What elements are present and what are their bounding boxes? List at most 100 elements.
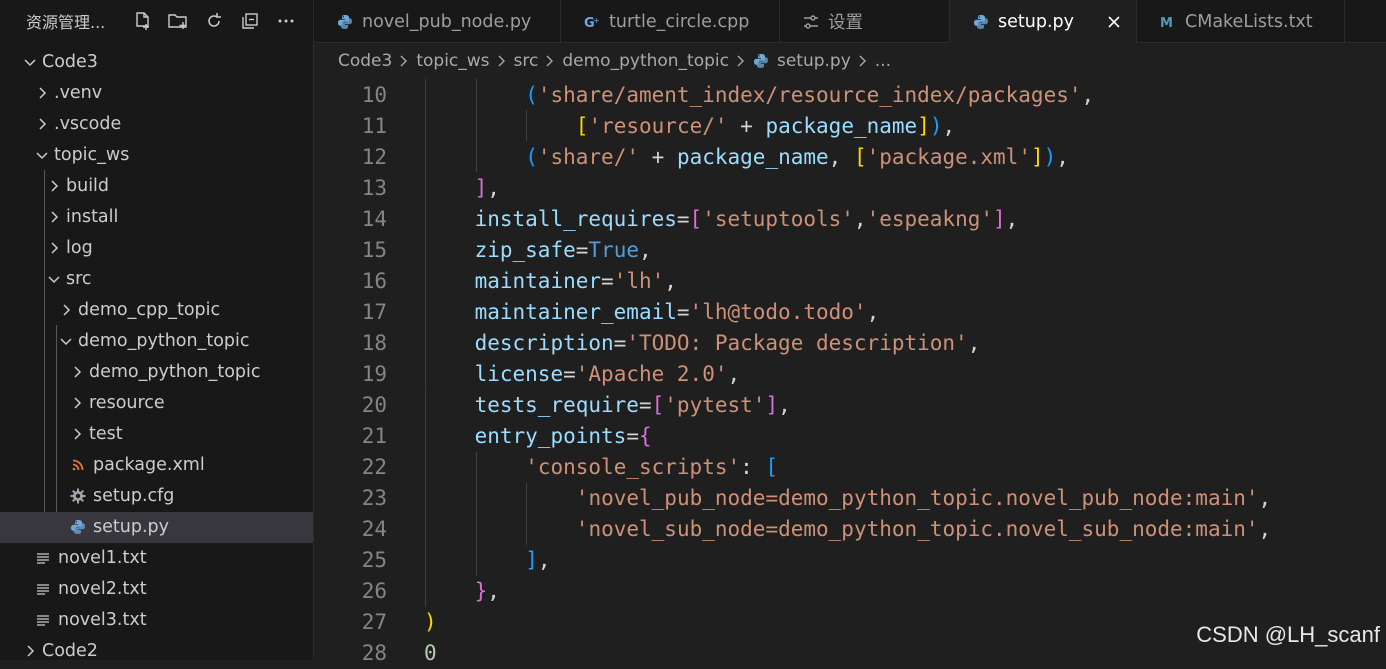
tab-settings[interactable]: 设置 <box>780 0 950 43</box>
code-token: , <box>1005 206 1019 231</box>
tree-file[interactable]: novel3.txt <box>0 605 313 636</box>
breadcrumb-item[interactable]: demo_python_topic <box>562 51 729 71</box>
indent-guide <box>44 170 45 512</box>
tree-folder[interactable]: .vscode <box>0 108 313 139</box>
tree-folder[interactable]: log <box>0 232 313 263</box>
tree-item-label: demo_python_topic <box>78 330 250 351</box>
breadcrumb-item[interactable]: src <box>514 51 539 71</box>
code-token: ] <box>765 393 779 417</box>
close-icon[interactable] <box>1104 12 1124 32</box>
tree-folder[interactable]: demo_python_topic <box>0 325 313 356</box>
breadcrumb-item[interactable]: Code3 <box>338 51 392 71</box>
code-text: ) <box>424 610 437 634</box>
tree-folder[interactable]: topic_ws <box>0 139 313 170</box>
code-line[interactable]: 13], <box>314 172 1386 204</box>
code-line[interactable]: 10 ('share/ament_index/resource_index/pac… <box>314 79 1386 111</box>
code-token: , <box>967 330 981 355</box>
code-line[interactable]: 21 entry_points={ <box>314 420 1386 452</box>
code-line[interactable]: 24 'novel_sub_node=demo_python_topic.nove… <box>314 513 1386 545</box>
code-editor[interactable]: 10 ('share/ament_index/resource_index/pac… <box>314 79 1386 665</box>
new-file-icon[interactable] <box>124 6 160 36</box>
python-icon <box>336 13 354 31</box>
code-token: [ <box>651 393 665 417</box>
tab-turtle-circle-cpp[interactable]: G + turtle_circle.cpp <box>561 0 780 43</box>
tree-file[interactable]: novel1.txt <box>0 543 313 574</box>
chevron-right-icon <box>398 54 410 68</box>
new-folder-icon[interactable] <box>160 6 196 36</box>
tree-folder[interactable]: test <box>0 419 313 450</box>
code-token: ) <box>1043 144 1057 169</box>
code-line[interactable]: 23 'novel_pub_node=demo_python_topic.nove… <box>314 482 1386 514</box>
indent-guide <box>425 234 426 266</box>
tab-setup-py[interactable]: setup.py <box>950 0 1137 43</box>
tree-folder[interactable]: Code2 <box>0 636 313 660</box>
tree-file[interactable]: novel2.txt <box>0 574 313 605</box>
code-text: 'novel_pub_node=demo_python_topic.novel_… <box>576 486 1271 510</box>
code-line[interactable]: 17 maintainer_email='lh@todo.todo', <box>314 296 1386 328</box>
code-token: , <box>487 175 500 200</box>
tree-folder[interactable]: install <box>0 201 313 232</box>
tree-item-label: setup.py <box>93 517 169 538</box>
tree-file[interactable]: package.xml <box>0 450 313 481</box>
collapse-all-icon[interactable] <box>232 6 268 36</box>
tab-cmakelists-txt[interactable]: M CMakeLists.txt <box>1137 0 1345 43</box>
code-token: ( <box>525 82 538 107</box>
refresh-icon[interactable] <box>196 6 232 36</box>
line-number: 17 <box>361 299 387 324</box>
code-token: + <box>727 113 766 138</box>
tree-folder[interactable]: .venv <box>0 77 313 108</box>
code-token: 'lh@todo.todo' <box>689 299 867 324</box>
indent-guide <box>425 358 426 390</box>
indent-guide <box>425 451 426 483</box>
breadcrumb-item[interactable]: ... <box>875 51 891 71</box>
breadcrumb-item[interactable]: topic_ws <box>416 51 489 71</box>
code-text: description='TODO: Package description', <box>475 331 981 355</box>
breadcrumb: Code3 topic_ws src demo_python_topic setup.p… <box>314 43 1386 79</box>
code-token: 'espeakng' <box>866 206 994 231</box>
editor-tabs: novel_pub_node.py G + turtle_circle.cpp 设置 se… <box>314 0 1386 43</box>
tree-folder[interactable]: resource <box>0 388 313 419</box>
code-token: 'share/ament_index/resource_index/packag… <box>537 82 1082 107</box>
code-token: zip_safe <box>474 237 576 262</box>
gear-icon <box>69 487 87 505</box>
tree-folder[interactable]: demo_python_topic <box>0 357 313 388</box>
indent-guide <box>475 451 477 483</box>
code-token: 'Apache 2.0' <box>575 361 728 386</box>
tab-novel-pub-node-py[interactable]: novel_pub_node.py <box>314 0 561 43</box>
code-line[interactable]: 26}, <box>314 575 1386 607</box>
code-token: , <box>1056 144 1069 169</box>
code-line[interactable]: 11 ['resource/' + package_name]), <box>314 110 1386 142</box>
more-icon[interactable] <box>268 6 304 36</box>
tree-folder[interactable]: demo_cpp_topic <box>0 294 313 325</box>
tree-folder[interactable]: src <box>0 263 313 294</box>
code-line[interactable]: 20 tests_require=['pytest'], <box>314 389 1386 421</box>
code-line[interactable]: 12 ('share/' + package_name, ['package.xm… <box>314 141 1386 173</box>
code-token: , <box>487 579 500 604</box>
code-line[interactable]: 18 description='TODO: Package description… <box>314 327 1386 359</box>
tree-item-label: resource <box>89 393 165 414</box>
code-line[interactable]: 14 install_requires=['setuptools','espeak… <box>314 203 1386 235</box>
code-token: [ <box>575 113 589 138</box>
code-line[interactable]: 25], <box>314 544 1386 576</box>
code-token: , <box>828 144 854 169</box>
code-line[interactable]: 19 license='Apache 2.0', <box>314 358 1386 390</box>
code-text: 'novel_sub_node=demo_python_topic.novel_… <box>576 517 1271 541</box>
tree-file[interactable]: setup.py <box>0 511 313 543</box>
tree-file[interactable]: setup.cfg <box>0 481 313 512</box>
indent-guide <box>425 513 426 545</box>
chevron-right-icon <box>58 302 74 318</box>
code-line[interactable]: 16 maintainer='lh', <box>314 265 1386 297</box>
breadcrumb-item[interactable]: setup.py <box>777 51 851 71</box>
code-token: = <box>676 299 690 324</box>
code-token: ) <box>424 610 437 635</box>
code-line[interactable]: 15 zip_safe=True, <box>314 234 1386 266</box>
line-number: 21 <box>361 424 387 449</box>
chevron-right-icon <box>46 240 62 256</box>
code-token: True <box>588 237 639 262</box>
code-token: , <box>537 548 551 573</box>
tree-folder[interactable]: Code3 <box>0 46 313 77</box>
code-line[interactable]: 22 'console_scripts': [ <box>314 451 1386 483</box>
chevron-right-icon <box>22 643 38 659</box>
tree-folder[interactable]: build <box>0 170 313 201</box>
chevron-right-icon <box>496 54 508 68</box>
